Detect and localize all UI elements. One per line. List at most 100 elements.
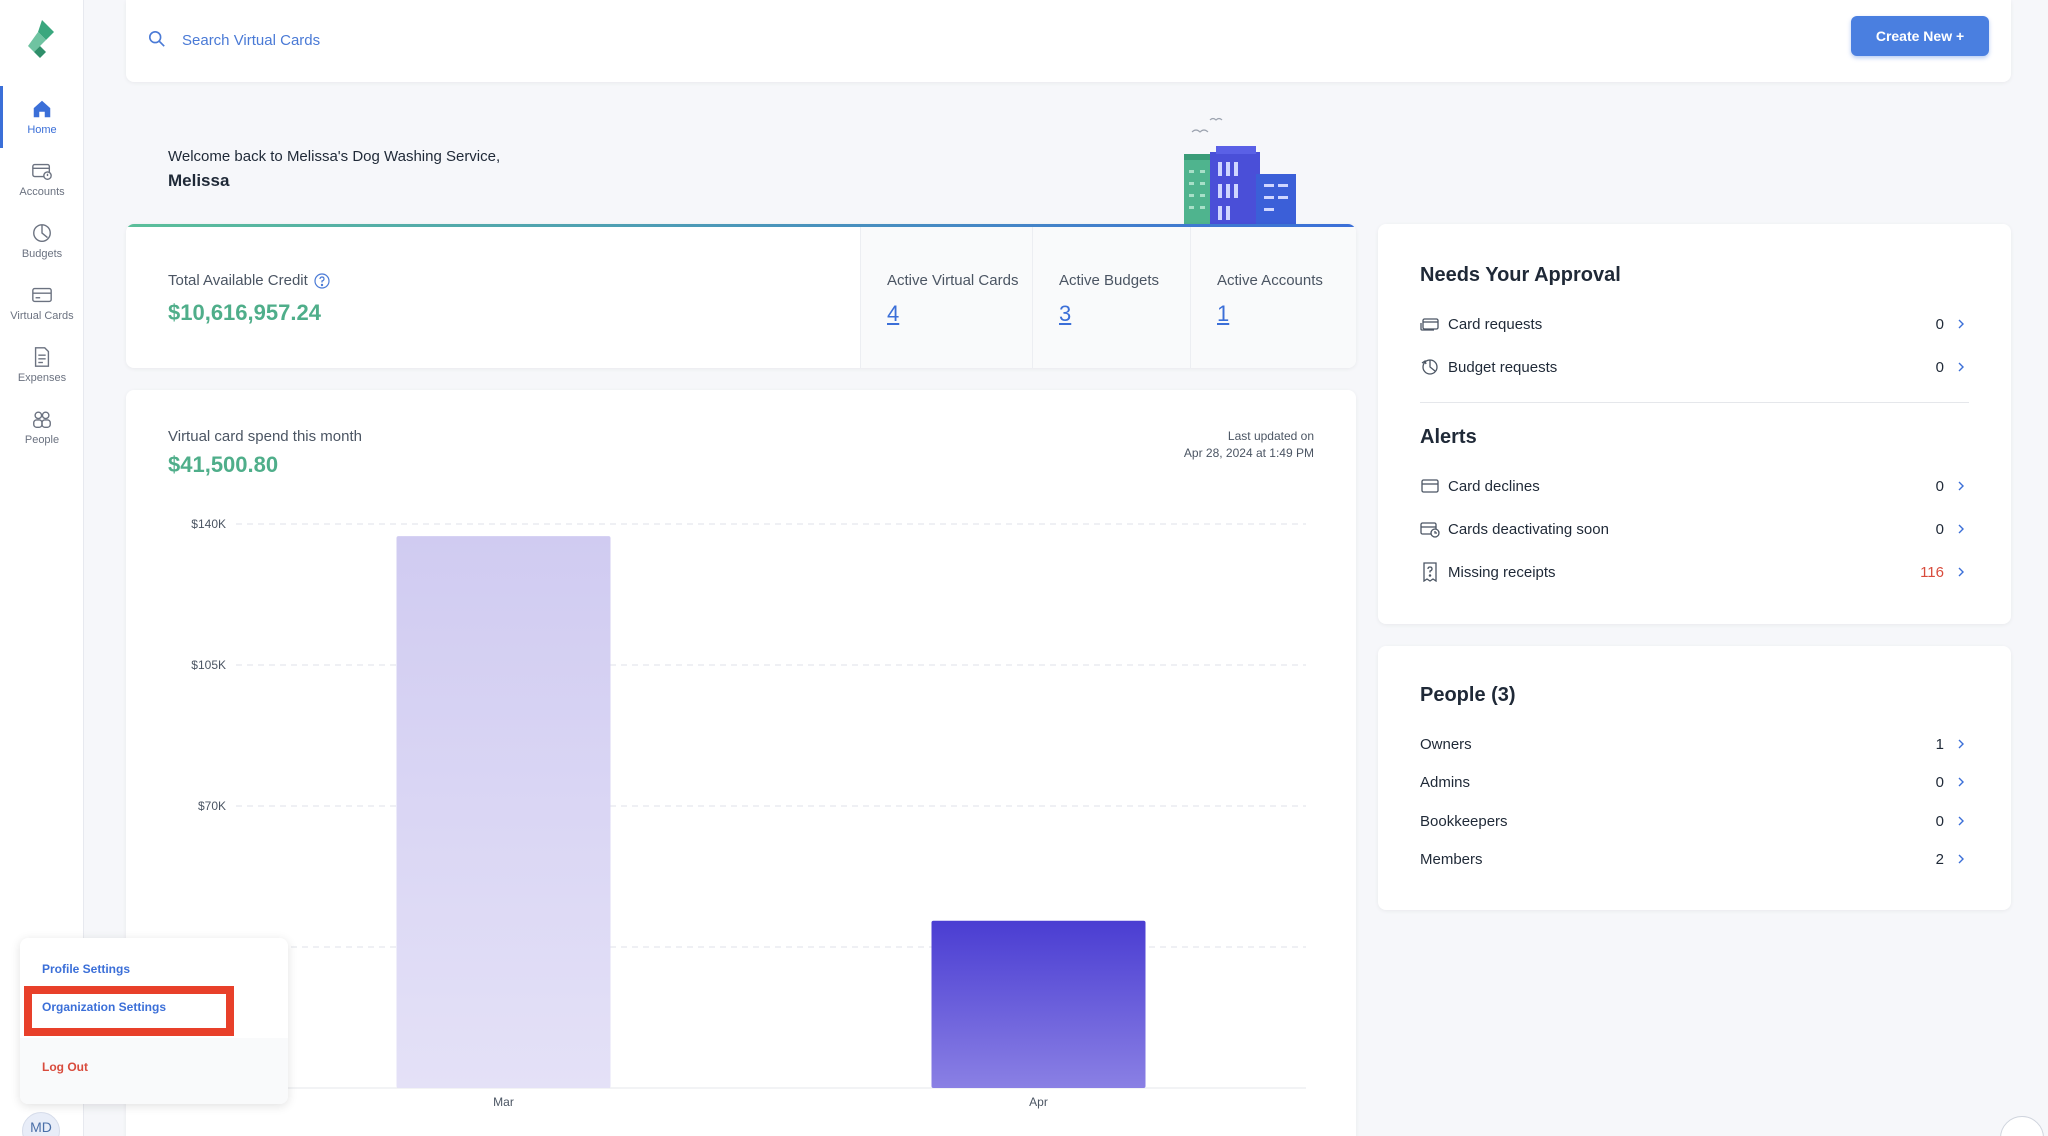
- spend-total: $41,500.80: [168, 452, 279, 477]
- chevron-right-icon: [1958, 362, 1964, 372]
- brand-logo[interactable]: [22, 18, 58, 58]
- members-row[interactable]: Members 2: [1420, 845, 1966, 873]
- sidebar-item-virtual-cards[interactable]: Virtual Cards: [0, 272, 84, 334]
- total-credit-value: $10,616,957.24: [168, 300, 321, 325]
- stat-label: Active Budgets: [1059, 272, 1160, 289]
- card-requests-row[interactable]: Card requests 0: [1420, 310, 1966, 338]
- user-name: Melissa: [168, 171, 230, 190]
- virtual-cards-icon: [32, 287, 52, 303]
- cards-deactivating-row[interactable]: Cards deactivating soon 0: [1420, 515, 1966, 543]
- row-label: Admins: [1420, 773, 1471, 791]
- y-tick-label: $105K: [191, 658, 226, 672]
- sidebar-item-label: Home: [27, 124, 57, 136]
- stat-active-budgets: Active Budgets 3: [1032, 227, 1190, 368]
- bookkeepers-row[interactable]: Bookkeepers 0: [1420, 807, 1966, 835]
- budgets-icon: [33, 224, 51, 242]
- approval-alerts-card: Needs Your Approval Card requests 0 Budg…: [1378, 224, 2011, 624]
- owners-row[interactable]: Owners 1: [1420, 730, 1966, 758]
- row-count: 2: [1935, 850, 1944, 868]
- help-icon[interactable]: [314, 272, 330, 289]
- section-divider: [1420, 402, 1969, 403]
- row-label: Missing receipts: [1448, 563, 1556, 581]
- sidebar-item-label: Accounts: [19, 186, 65, 198]
- active-budgets-link[interactable]: 3: [1059, 301, 1071, 327]
- chevron-right-icon: [1958, 816, 1964, 826]
- sidebar-item-label: People: [24, 434, 60, 446]
- spend-title: Virtual card spend this month: [168, 428, 362, 445]
- bar-apr: [931, 920, 1146, 1088]
- spend-bar-chart: $140K $105K $70K Mar Apr: [191, 517, 1306, 1109]
- sidebar-item-budgets[interactable]: Budgets: [0, 210, 84, 272]
- sidebar-item-accounts[interactable]: Accounts: [0, 148, 84, 210]
- people-card: People (3) Owners 1 Admins 0 Bookkeepers…: [1378, 646, 2011, 910]
- row-count: 0: [1935, 315, 1944, 333]
- create-new-button[interactable]: Create New +: [1851, 16, 1989, 56]
- card-declines-row[interactable]: Card declines 0: [1420, 472, 1966, 500]
- total-credit-label-row: Total Available Credit: [168, 272, 330, 289]
- profile-settings-link[interactable]: Profile Settings: [42, 962, 130, 976]
- row-label: Members: [1420, 850, 1483, 868]
- search-input[interactable]: [182, 24, 782, 56]
- chevron-right-icon: [1958, 524, 1964, 534]
- chevron-right-icon: [1958, 777, 1964, 787]
- sidebar-item-expenses[interactable]: Expenses: [0, 334, 84, 396]
- credit-summary-card: Total Available Credit $10,616,957.24 Ac…: [126, 224, 1356, 368]
- y-tick-label: $70K: [198, 799, 226, 813]
- budget-request-icon: [1421, 359, 1438, 375]
- missing-receipt-icon: [1423, 562, 1437, 582]
- sidebar-item-people[interactable]: People: [0, 396, 84, 458]
- people-icon: [33, 411, 51, 428]
- people-title: People (3): [1420, 684, 1516, 706]
- last-updated: Last updated on Apr 28, 2024 at 1:49 PM: [1184, 428, 1314, 462]
- row-count: 0: [1935, 773, 1944, 791]
- chevron-right-icon: [1958, 739, 1964, 749]
- admins-row[interactable]: Admins 0: [1420, 768, 1966, 796]
- total-credit-label: Total Available Credit: [168, 272, 308, 289]
- welcome-message: Welcome back to Melissa's Dog Washing Se…: [168, 148, 501, 165]
- sidebar-item-label: Expenses: [17, 372, 67, 384]
- bar-mar: [396, 536, 611, 1088]
- card-deactivating-icon: [1420, 522, 1440, 538]
- expenses-icon: [34, 347, 50, 367]
- x-tick-label: Mar: [493, 1095, 514, 1109]
- tools-icon[interactable]: [2000, 1116, 2044, 1136]
- active-virtual-cards-link[interactable]: 4: [887, 301, 899, 327]
- stat-active-virtual-cards: Active Virtual Cards 4: [860, 227, 1032, 368]
- x-tick-label: Apr: [1029, 1095, 1048, 1109]
- budget-requests-row[interactable]: Budget requests 0: [1420, 353, 1966, 381]
- accounts-icon: [32, 163, 52, 180]
- stat-label: Active Accounts: [1217, 272, 1323, 289]
- last-updated-date: Apr 28, 2024 at 1:49 PM: [1183, 446, 1314, 460]
- row-label: Cards deactivating soon: [1448, 520, 1609, 538]
- row-label: Bookkeepers: [1420, 812, 1508, 830]
- sidebar-item-label: Virtual Cards: [10, 310, 74, 322]
- row-label: Owners: [1420, 735, 1472, 753]
- chevron-right-icon: [1958, 481, 1964, 491]
- alerts-title: Alerts: [1420, 426, 1477, 448]
- spend-chart-card: $140K $105K $70K Mar Apr Virtual card spend …: [126, 390, 1356, 1136]
- row-count: 1: [1935, 735, 1944, 753]
- active-accounts-link[interactable]: 1: [1217, 301, 1229, 327]
- approval-title: Needs Your Approval: [1420, 264, 1621, 286]
- row-count: 0: [1935, 358, 1944, 376]
- home-icon: [33, 100, 51, 118]
- row-label: Card declines: [1448, 477, 1540, 495]
- search-icon: [148, 30, 165, 47]
- chevron-right-icon: [1958, 567, 1964, 577]
- row-count: 0: [1935, 812, 1944, 830]
- last-updated-label: Last updated on: [1227, 429, 1314, 443]
- building-illustration: [1184, 117, 1296, 226]
- log-out-link[interactable]: Log Out: [42, 1060, 88, 1074]
- card-request-icon: [1420, 318, 1439, 331]
- stat-active-accounts: Active Accounts 1: [1190, 227, 1356, 368]
- missing-receipts-row[interactable]: Missing receipts 116: [1420, 558, 1966, 586]
- highlight-box: [24, 986, 234, 1036]
- sidebar-item-label: Budgets: [21, 248, 63, 260]
- row-label: Card requests: [1448, 315, 1543, 333]
- row-label: Budget requests: [1448, 358, 1558, 376]
- chevron-right-icon: [1958, 854, 1964, 864]
- row-count: 116: [1920, 563, 1944, 581]
- y-tick-label: $140K: [191, 517, 226, 531]
- stat-label: Active Virtual Cards: [887, 272, 1019, 289]
- sidebar-item-home[interactable]: Home: [0, 86, 84, 148]
